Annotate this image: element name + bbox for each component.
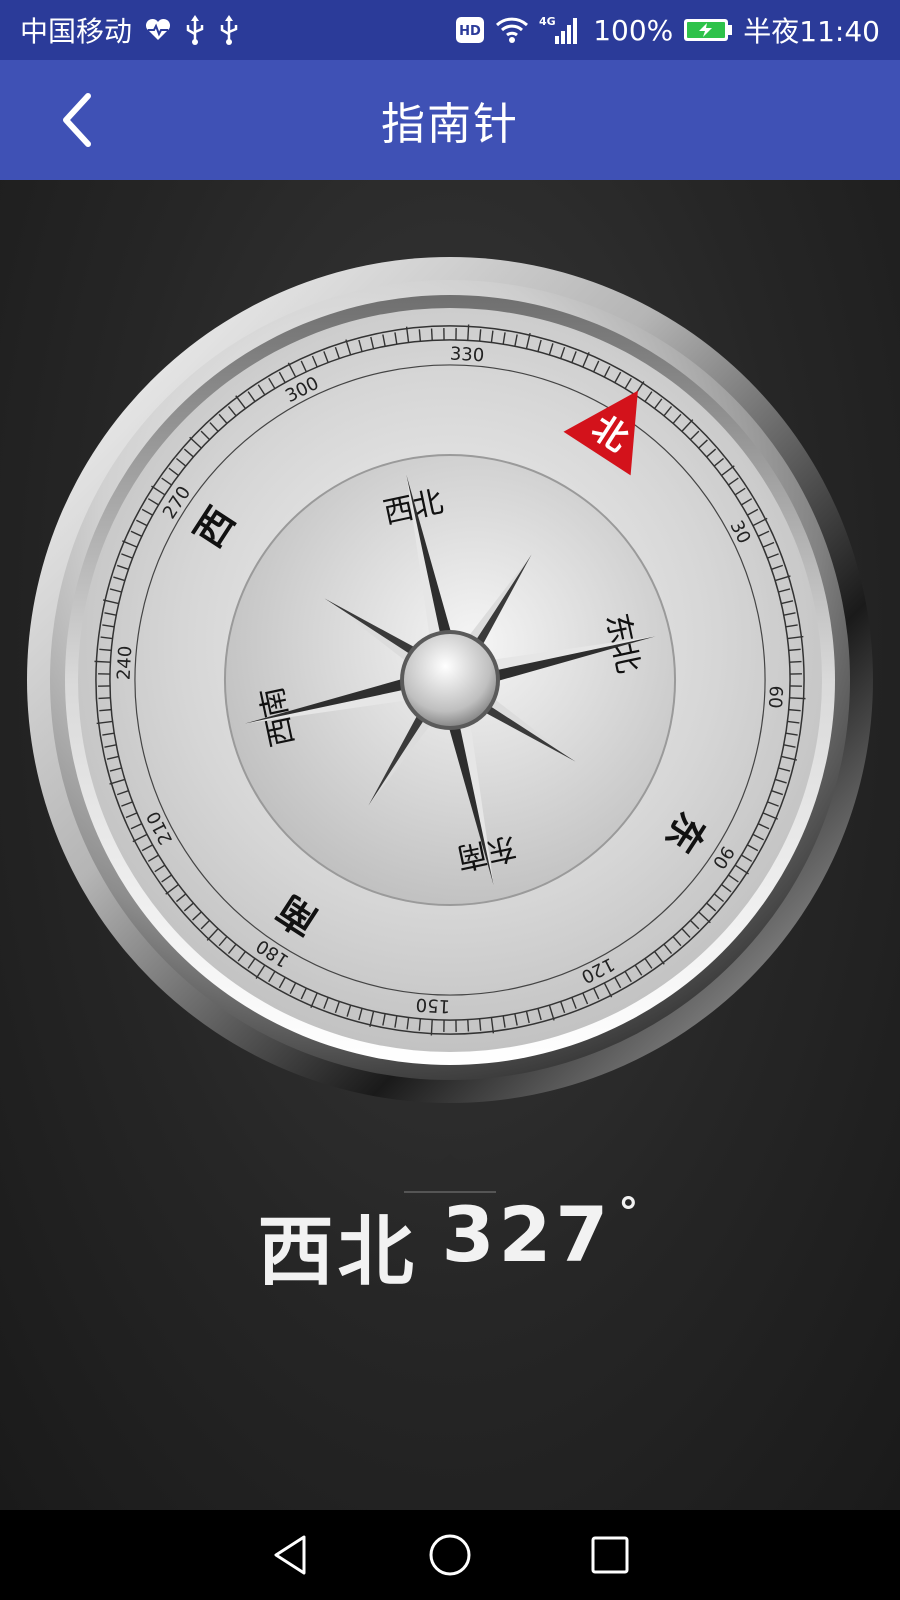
battery-charging-icon	[683, 17, 733, 43]
heading-direction: 西北	[257, 1207, 418, 1296]
clock-time: 半夜11:40	[743, 15, 880, 48]
battery-percent: 100%	[593, 13, 674, 47]
svg-text:HD: HD	[459, 24, 481, 39]
recents-square-icon	[591, 1536, 629, 1574]
back-button[interactable]	[48, 90, 108, 150]
degree-symbol: °	[618, 1190, 643, 1236]
carrier-name: 中国移动	[20, 15, 133, 48]
compass[interactable]: 0306090120150180210240270300330 东 南 西 北 …	[25, 255, 875, 1105]
home-circle-icon	[429, 1534, 471, 1576]
usb-icon	[184, 15, 206, 45]
degree-label: 150	[415, 994, 450, 1017]
heading-degrees: 327	[441, 1190, 613, 1279]
signal-icon: 4G	[539, 14, 583, 46]
usb-icon	[218, 15, 240, 45]
nav-back-button[interactable]	[260, 1525, 320, 1585]
heading-pointer-icon	[404, 1154, 496, 1193]
hd-icon: HD	[455, 16, 485, 44]
heart-rate-icon	[144, 18, 172, 42]
back-triangle-icon	[274, 1535, 306, 1575]
status-bar: 中国移动 HD 4G 100% 半夜11:40	[0, 0, 900, 60]
nav-recents-button[interactable]	[580, 1525, 640, 1585]
system-nav-bar	[0, 1510, 900, 1600]
degree-label: 330	[449, 344, 484, 367]
degree-label: 60	[764, 685, 786, 709]
svg-text:4G: 4G	[539, 15, 556, 28]
degree-label: 240	[114, 645, 137, 680]
nav-home-button[interactable]	[420, 1525, 480, 1585]
page-title: 指南针	[381, 99, 519, 150]
chevron-left-icon	[63, 93, 91, 147]
app-bar: 指南针	[0, 60, 900, 180]
heading-readout: 西北 327 °	[0, 1190, 900, 1300]
compass-screen: 0306090120150180210240270300330 东 南 西 北 …	[0, 180, 900, 1510]
wifi-icon	[495, 16, 529, 44]
